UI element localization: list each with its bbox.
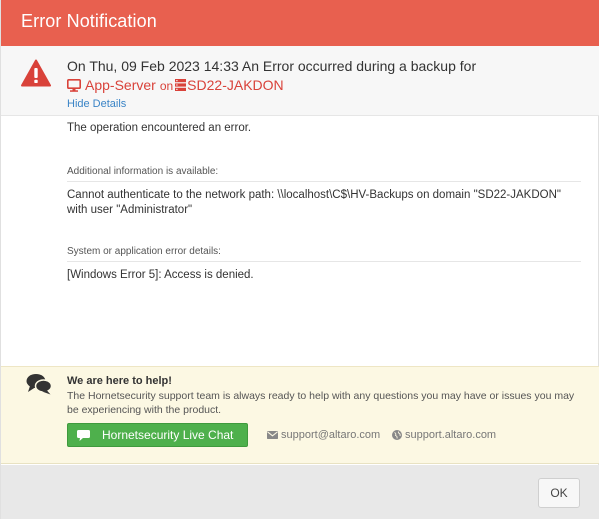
dialog-footer: OK [1,465,599,519]
title-bar: Error Notification [1,0,599,46]
error-headline: On Thu, 09 Feb 2023 14:33 An Error occur… [67,58,477,74]
live-chat-label: Hornetsecurity Live Chat [102,428,234,442]
envelope-icon [267,431,278,439]
additional-info-text: Cannot authenticate to the network path:… [67,189,561,216]
support-website-link[interactable]: support.altaro.com [392,429,496,441]
comment-icon [77,429,90,441]
error-notification-dialog: Error Notification On Thu, 09 Feb 2023 1… [0,0,599,519]
chat-bubbles-icon [26,374,52,395]
error-summary: On Thu, 09 Feb 2023 14:33 An Error occur… [1,46,599,116]
server-icon [175,79,187,91]
error-message: The operation encountered an error. [67,122,252,134]
vm-name: App-Server [85,77,156,93]
globe-icon [392,430,402,440]
backup-target: App-Server on SD22-JAKDON [67,77,284,93]
support-website-text: support.altaro.com [405,429,497,441]
system-error-text: [Windows Error 5]: Access is denied. [67,269,254,281]
support-email-text: support@altaro.com [281,429,381,441]
dialog-title: Error Notification [21,11,157,31]
help-description: The Hornetsecurity support team is alway… [67,390,575,416]
live-chat-button[interactable]: Hornetsecurity Live Chat [67,423,248,447]
ok-button[interactable]: OK [538,478,580,508]
warning-icon [21,59,51,87]
support-email-link[interactable]: support@altaro.com [267,429,380,441]
help-title: We are here to help! [67,375,172,387]
monitor-icon [67,78,81,92]
system-error-label: System or application error details: [67,246,581,262]
help-panel: We are here to help! The Hornetsecurity … [1,366,599,464]
on-label: on [159,79,174,93]
hide-details-link[interactable]: Hide Details [67,98,126,110]
host-name: SD22-JAKDON [187,77,284,93]
additional-info-label: Additional information is available: [67,166,581,182]
